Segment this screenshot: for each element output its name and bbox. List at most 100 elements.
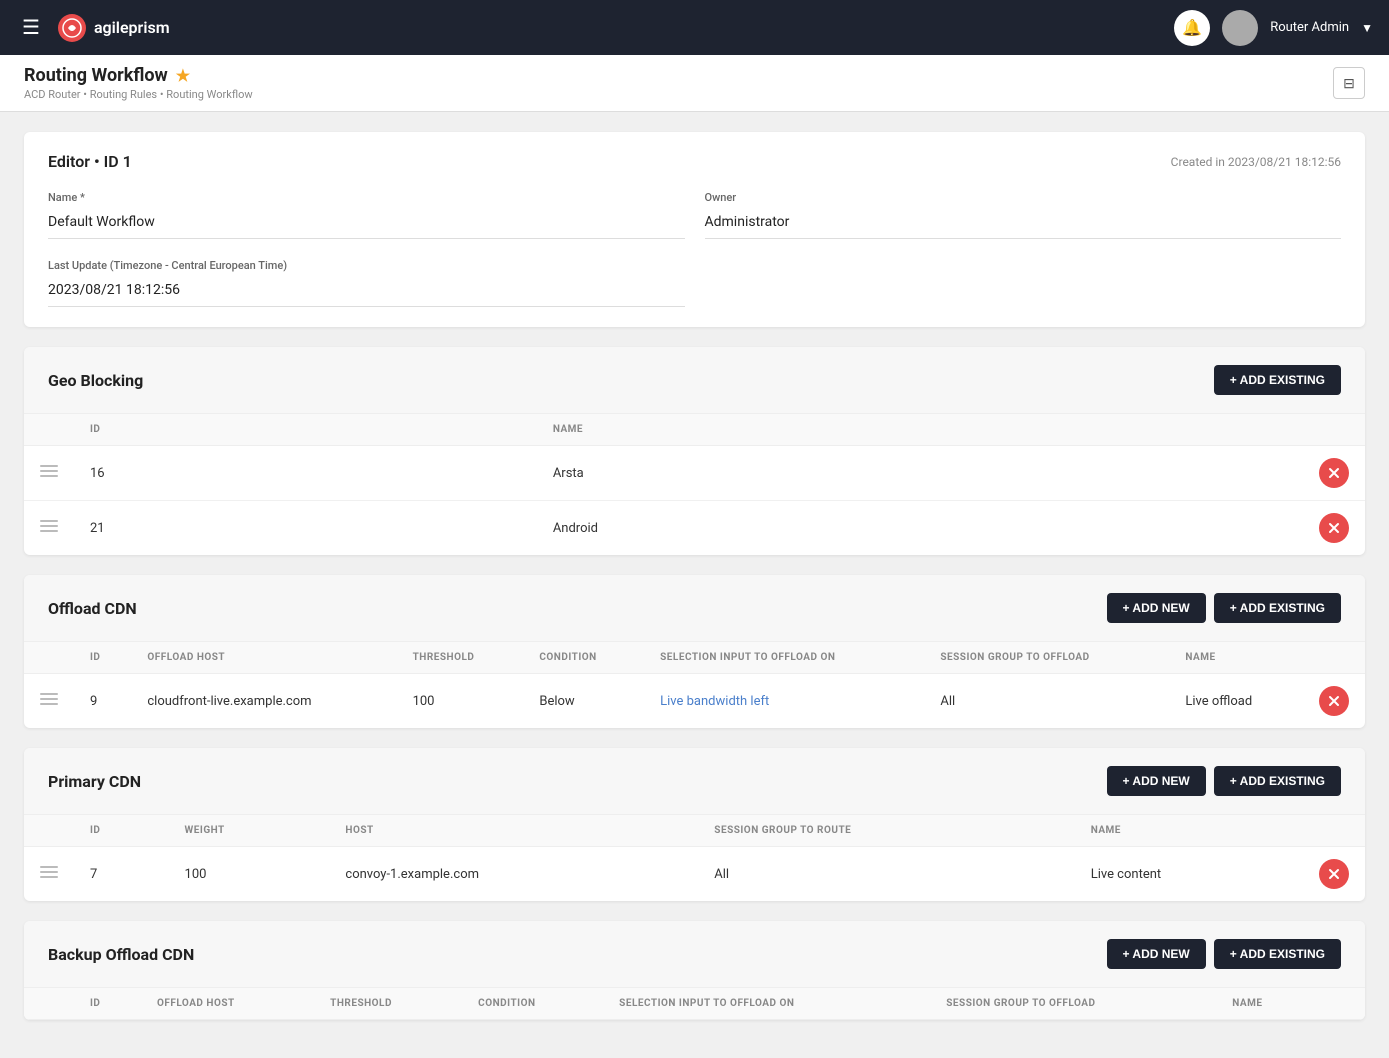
notification-bell[interactable]: 🔔 [1174,10,1210,46]
backup-offload-cdn-col-name: NAME [1216,988,1314,1020]
backup-offload-cdn-add-new-button[interactable]: + ADD NEW [1107,939,1206,969]
offload-cdn-add-new-button[interactable]: + ADD NEW [1107,593,1206,623]
table-row: 16 Arsta [24,446,1365,501]
subheader-left: Routing Workflow ★ ACD Router • Routing … [24,65,253,101]
primary-id-cell: 7 [74,847,169,902]
backup-offload-cdn-col-action [1314,988,1365,1020]
table-row: 21 Android [24,501,1365,556]
main-content: Editor • ID 1 Created in 2023/08/21 18:1… [0,112,1389,1040]
offload-cdn-col-id: ID [74,642,131,674]
geo-id-cell: 16 [74,446,537,501]
last-update-field-group: Last Update (Timezone - Central European… [48,259,685,307]
primary-cdn-add-new-button[interactable]: + ADD NEW [1107,766,1206,796]
last-update-value: 2023/08/21 18:12:56 [48,276,685,307]
drag-handle-cell[interactable] [24,501,74,556]
geo-blocking-add-existing-button[interactable]: + ADD EXISTING [1214,365,1341,395]
backup-offload-cdn-table-header-row: ID OFFLOAD HOST THRESHOLD CONDITION SELE… [24,988,1365,1020]
primary-cdn-col-host: HOST [329,815,698,847]
topnav-right: 🔔 Router Admin ▼ [1174,10,1373,46]
backup-offload-cdn-add-existing-button[interactable]: + ADD EXISTING [1214,939,1341,969]
offload-cdn-col-handle [24,642,74,674]
offload-cdn-col-name: NAME [1169,642,1303,674]
offload-id-cell: 9 [74,674,131,729]
breadcrumb-sep1: • [83,88,87,101]
primary-cdn-col-id: ID [74,815,169,847]
drag-handle-cell[interactable] [24,674,74,729]
offload-cdn-table-header-row: ID OFFLOAD HOST THRESHOLD CONDITION SELE… [24,642,1365,674]
primary-cdn-table-body: 7 100 convoy-1.example.com All Live cont… [24,847,1365,902]
primary-cdn-table: ID WEIGHT HOST SESSION GROUP TO ROUTE NA… [24,815,1365,901]
geo-name-cell: Arsta [537,446,1303,501]
geo-blocking-section: Geo Blocking + ADD EXISTING ID NAME 16 A… [24,347,1365,555]
layout-icon-button[interactable]: ⊟ [1333,67,1365,99]
primary-cdn-section: Primary CDN + ADD NEW + ADD EXISTING ID … [24,748,1365,901]
backup-offload-cdn-table: ID OFFLOAD HOST THRESHOLD CONDITION SELE… [24,988,1365,1020]
bell-icon: 🔔 [1182,18,1202,37]
backup-offload-cdn-section: Backup Offload CDN + ADD NEW + ADD EXIST… [24,921,1365,1020]
editor-header: Editor • ID 1 Created in 2023/08/21 18:1… [48,152,1341,171]
offload-host-cell: cloudfront-live.example.com [131,674,396,729]
delete-button[interactable] [1319,686,1349,716]
drag-handle-cell[interactable] [24,446,74,501]
layout-icon: ⊟ [1343,75,1355,92]
primary-cdn-col-weight: WEIGHT [169,815,330,847]
drag-handle-cell[interactable] [24,847,74,902]
owner-field-group: Owner Administrator [705,191,1342,239]
menu-button[interactable]: ☰ [16,9,46,46]
name-value: Default Workflow [48,208,685,239]
offload-cdn-col-offload-host: OFFLOAD HOST [131,642,396,674]
last-update-label: Last Update (Timezone - Central European… [48,259,685,272]
name-label: Name * [48,191,685,204]
geo-blocking-header: Geo Blocking + ADD EXISTING [24,347,1365,414]
star-icon[interactable]: ★ [176,66,190,85]
primary-cdn-add-existing-button[interactable]: + ADD EXISTING [1214,766,1341,796]
breadcrumb-part2[interactable]: Routing Rules [90,88,157,101]
user-menu-chevron[interactable]: ▼ [1361,21,1373,35]
geo-blocking-table-body: 16 Arsta 21 Android [24,446,1365,556]
delete-button[interactable] [1319,859,1349,889]
breadcrumb-part3: Routing Workflow [166,88,252,101]
breadcrumb-sep2: • [160,88,164,101]
breadcrumb-part1[interactable]: ACD Router [24,88,81,101]
page-title-text: Routing Workflow [24,65,168,86]
offload-selection-input-cell: Live bandwidth left [644,674,924,729]
logo: agileprism [58,14,1174,42]
offload-cdn-add-existing-button[interactable]: + ADD EXISTING [1214,593,1341,623]
primary-host-cell: convoy-1.example.com [329,847,698,902]
breadcrumb: ACD Router • Routing Rules • Routing Wor… [24,88,253,101]
offload-cdn-section: Offload CDN + ADD NEW + ADD EXISTING ID … [24,575,1365,728]
backup-offload-cdn-actions: + ADD NEW + ADD EXISTING [1107,939,1341,969]
offload-condition-cell: Below [523,674,644,729]
username-label: Router Admin [1270,20,1349,35]
avatar [1222,10,1258,46]
name-field-group: Name * Default Workflow [48,191,685,239]
offload-threshold-cell: 100 [397,674,524,729]
editor-form: Name * Default Workflow Owner Administra… [48,191,1341,307]
backup-offload-cdn-col-session-group: SESSION GROUP TO OFFLOAD [930,988,1216,1020]
offload-cdn-col-session-group: SESSION GROUP TO OFFLOAD [924,642,1169,674]
owner-label: Owner [705,191,1342,204]
editor-card: Editor • ID 1 Created in 2023/08/21 18:1… [24,132,1365,327]
geo-blocking-col-name: NAME [537,414,1303,446]
offload-cdn-title: Offload CDN [48,599,137,618]
backup-offload-cdn-col-offload-host: OFFLOAD HOST [141,988,314,1020]
offload-cdn-col-selection-input: SELECTION INPUT TO OFFLOAD ON [644,642,924,674]
offload-cdn-col-threshold: THRESHOLD [397,642,524,674]
offload-cdn-table-body: 9 cloudfront-live.example.com 100 Below … [24,674,1365,729]
delete-button[interactable] [1319,458,1349,488]
backup-offload-cdn-col-threshold: THRESHOLD [314,988,462,1020]
primary-cdn-col-session-group: SESSION GROUP TO ROUTE [698,815,1074,847]
page-title: Routing Workflow ★ [24,65,253,86]
logo-icon [58,14,86,42]
created-info: Created in 2023/08/21 18:12:56 [1171,155,1341,169]
backup-offload-cdn-col-selection-input: SELECTION INPUT TO OFFLOAD ON [603,988,930,1020]
primary-cdn-title: Primary CDN [48,772,141,791]
primary-cdn-col-handle [24,815,74,847]
primary-weight-cell: 100 [169,847,330,902]
action-cell [1303,847,1365,902]
primary-cdn-actions: + ADD NEW + ADD EXISTING [1107,766,1341,796]
geo-blocking-col-action [1303,414,1365,446]
geo-blocking-col-handle [24,414,74,446]
delete-button[interactable] [1319,513,1349,543]
backup-offload-cdn-col-handle [24,988,74,1020]
